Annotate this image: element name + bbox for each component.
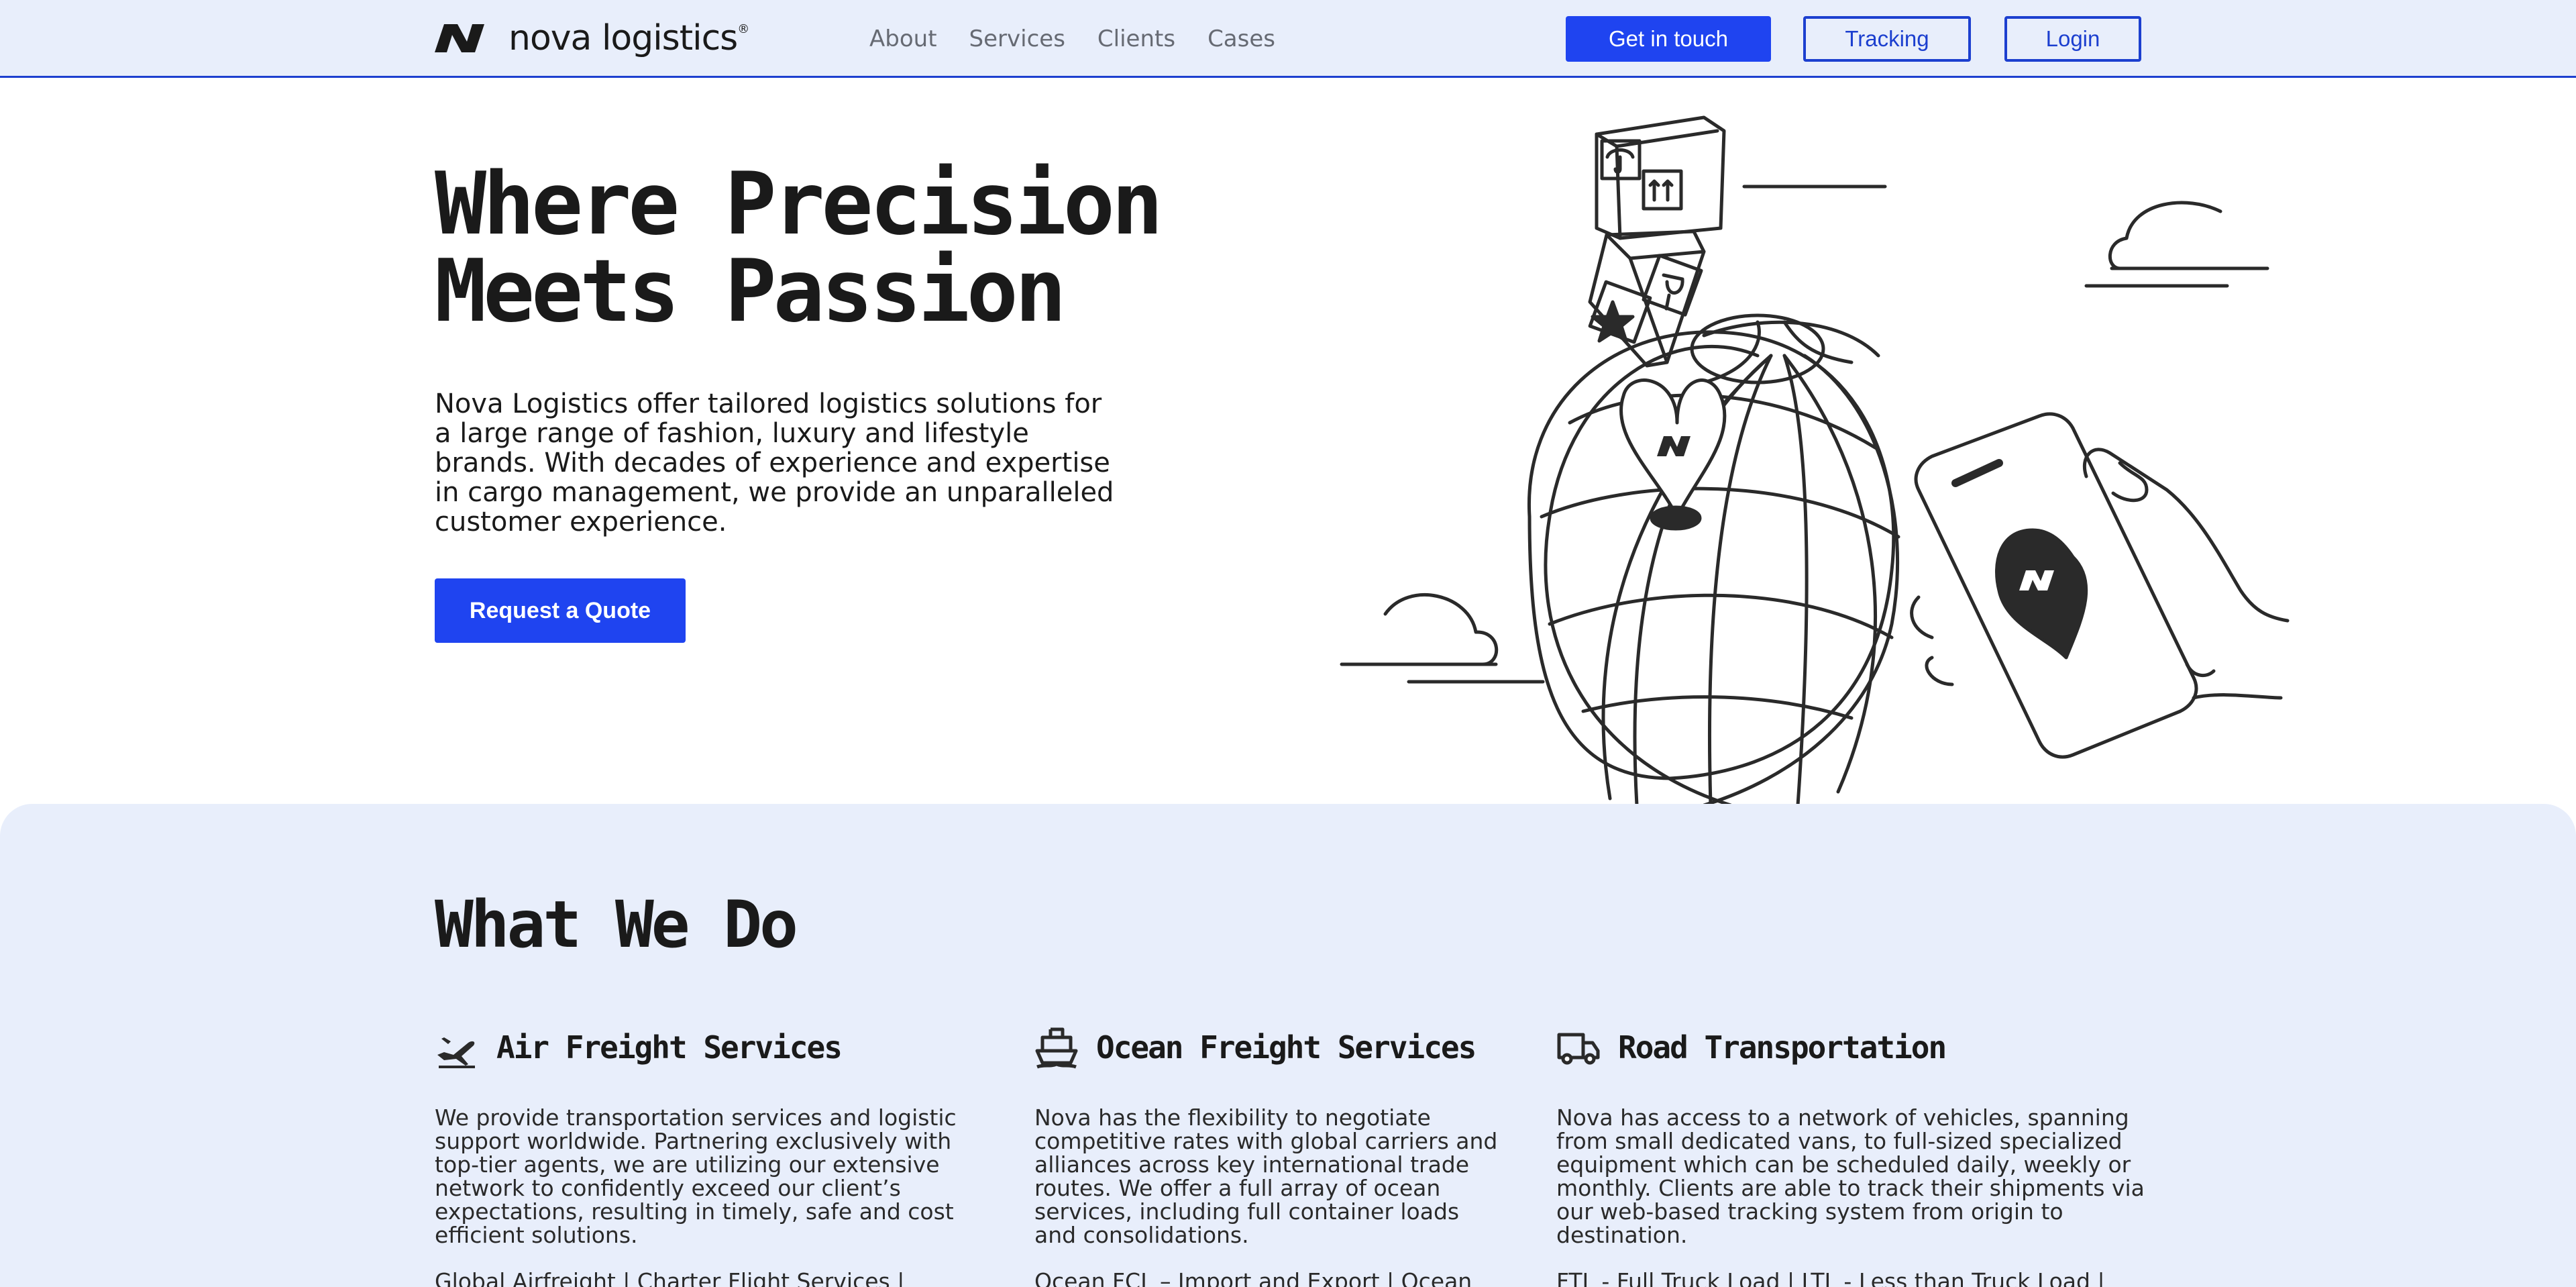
hero-title: Where Precision Meets Passion bbox=[435, 154, 1163, 342]
service-list: Global Airfreight | Charter Flight Servi… bbox=[435, 1268, 905, 1287]
hero-description: Nova Logistics offer tailored logistics … bbox=[435, 389, 1114, 537]
cloud-icon bbox=[2084, 201, 2269, 288]
airplane-icon bbox=[437, 1037, 475, 1068]
top-nav: nova logistics® About Services Clients C… bbox=[0, 0, 2576, 78]
hero-title-line-2: Meets Passion bbox=[435, 242, 1067, 342]
page: nova logistics® About Services Clients C… bbox=[0, 0, 2576, 1287]
service-heading: Air Freight Services bbox=[435, 1024, 985, 1071]
nav-link-about[interactable]: About bbox=[869, 24, 937, 54]
truck-icon bbox=[1557, 1033, 1600, 1065]
service-description: Nova has the flexibility to negotiate co… bbox=[1034, 1104, 1498, 1248]
brand-logo[interactable]: nova logistics® bbox=[435, 20, 749, 56]
brand-name: nova logistics® bbox=[508, 18, 749, 58]
service-heading: Road Transportation bbox=[1556, 1024, 2147, 1071]
main-nav: About Services Clients Cases bbox=[869, 24, 1275, 54]
ship-icon bbox=[1035, 1027, 1078, 1069]
nav-link-cases[interactable]: Cases bbox=[1208, 24, 1275, 54]
parcel-box-icon bbox=[1588, 229, 1706, 368]
nova-logo-icon bbox=[435, 24, 484, 52]
map-pin-icon bbox=[1619, 378, 1727, 531]
hero-title-line-1: Where Precision bbox=[435, 154, 1163, 254]
request-quote-button[interactable]: Request a Quote bbox=[435, 578, 686, 643]
service-list: FTL - Full Truck Load | LTL - Less than … bbox=[1556, 1268, 2105, 1287]
service-list: Ocean FCL – Import and Export | Ocean LC… bbox=[1034, 1268, 1472, 1287]
service-road-transportation: Road Transportation Nova has access to a… bbox=[1556, 1024, 2147, 1287]
nav-link-services[interactable]: Services bbox=[969, 24, 1065, 54]
get-in-touch-button[interactable]: Get in touch bbox=[1566, 16, 1771, 62]
hero-illustration bbox=[1340, 115, 2290, 805]
section-title: What We Do bbox=[435, 887, 798, 962]
service-air-freight: Air Freight Services We provide transpor… bbox=[435, 1024, 985, 1287]
service-description: We provide transportation services and l… bbox=[435, 1104, 957, 1248]
login-button[interactable]: Login bbox=[2004, 16, 2141, 62]
service-heading: Ocean Freight Services bbox=[1034, 1024, 1504, 1071]
service-title: Ocean Freight Services bbox=[1096, 1029, 1477, 1066]
what-we-do-section: What We Do Air Freight Services We provi… bbox=[0, 804, 2576, 1287]
service-description: Nova has access to a network of vehicles… bbox=[1556, 1104, 2145, 1248]
service-title: Air Freight Services bbox=[496, 1029, 843, 1066]
service-title: Road Transportation bbox=[1618, 1029, 1947, 1066]
parcel-box-icon bbox=[1595, 115, 1726, 240]
cloud-icon bbox=[1340, 593, 1545, 684]
tracking-button[interactable]: Tracking bbox=[1803, 16, 1971, 62]
smartphone-icon bbox=[1914, 412, 2198, 759]
service-ocean-freight: Ocean Freight Services Nova has the flex… bbox=[1034, 1024, 1504, 1287]
nav-link-clients[interactable]: Clients bbox=[1097, 24, 1175, 54]
